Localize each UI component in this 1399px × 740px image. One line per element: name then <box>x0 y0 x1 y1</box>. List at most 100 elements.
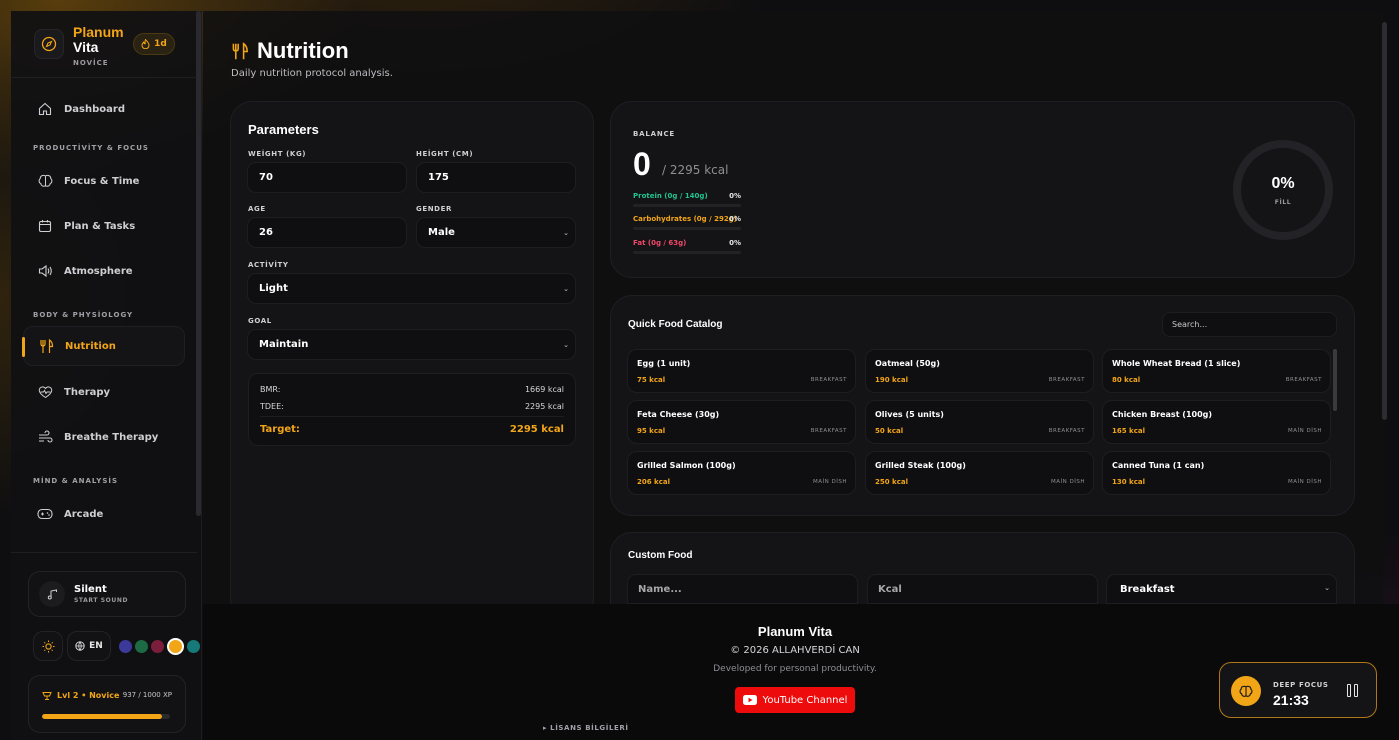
food-item[interactable]: Egg (1 unit) 75 kcal BREAKFAST <box>627 349 856 393</box>
chevron-down-icon: ⌄ <box>563 341 569 349</box>
food-category: MAİN DİSH <box>1288 479 1322 485</box>
theme-swatch[interactable] <box>151 639 164 653</box>
focus-label: DEEP FOCUS <box>1273 681 1329 689</box>
food-name: Olives (5 units) <box>875 410 944 419</box>
xp-progress-bar <box>42 714 170 719</box>
gender-label: GENDER <box>416 205 452 213</box>
sidebar-item-atmosphere[interactable]: Atmosphere <box>23 251 185 291</box>
license-link[interactable]: ▸ LİSANS BİLGİLERİ <box>543 724 629 732</box>
custom-food-title: Custom Food <box>628 550 693 561</box>
language-button[interactable]: EN <box>67 631 111 661</box>
food-item[interactable]: Chicken Breast (100g) 165 kcal MAİN DİSH <box>1102 400 1331 444</box>
footer-app-name: Planum Vita <box>757 624 833 639</box>
pause-icon[interactable] <box>1347 684 1361 698</box>
food-item[interactable]: Feta Cheese (30g) 95 kcal BREAKFAST <box>627 400 856 444</box>
gender-select[interactable]: Male ⌄ <box>416 217 576 248</box>
xp-level-label: Lvl 2 • Novice <box>57 691 120 700</box>
activity-select[interactable]: Light ⌄ <box>247 273 576 304</box>
theme-swatch[interactable] <box>167 637 184 655</box>
tdee-label: TDEE: <box>260 402 284 411</box>
sound-toggle[interactable]: Silent START SOUND <box>28 571 186 617</box>
sidebar-item-plan[interactable]: Plan & Tasks <box>23 206 185 246</box>
sidebar-item-therapy[interactable]: Therapy <box>23 372 185 412</box>
height-input[interactable]: 175 <box>416 162 576 193</box>
food-item[interactable]: Grilled Steak (100g) 250 kcal MAİN DİSH <box>865 451 1094 495</box>
food-category: MAİN DİSH <box>1051 479 1085 485</box>
page-title: Nutrition <box>257 38 349 63</box>
age-input[interactable]: 26 <box>247 217 407 248</box>
goal-value: Maintain <box>259 339 309 350</box>
section-body: BODY & PHYSİOLOGY <box>33 311 134 319</box>
tdee-row: TDEE: 2295 kcal <box>260 402 564 411</box>
theme-swatch[interactable] <box>119 639 132 653</box>
custom-food-kcal-input[interactable]: Kcal <box>867 574 1098 604</box>
macro-progress-bar <box>633 204 741 207</box>
streak-badge[interactable]: 1d <box>133 33 175 55</box>
chevron-down-icon: ⌄ <box>563 229 569 237</box>
catalog-title: Quick Food Catalog <box>628 319 723 330</box>
food-item[interactable]: Oatmeal (50g) 190 kcal BREAKFAST <box>865 349 1094 393</box>
theme-swatch[interactable] <box>135 639 148 653</box>
food-category: BREAKFAST <box>1285 377 1322 383</box>
bmr-value: 1669 kcal <box>524 385 564 394</box>
sound-title: Silent <box>74 584 107 595</box>
youtube-channel-button[interactable]: YouTube Channel <box>735 687 855 713</box>
gamepad-icon <box>37 506 53 522</box>
sidebar-item-label: Plan & Tasks <box>64 220 136 232</box>
food-kcal: 250 kcal <box>875 478 908 486</box>
sidebar-item-breathe[interactable]: Breathe Therapy <box>23 417 185 457</box>
theme-swatches <box>119 637 203 655</box>
bmr-label: BMR: <box>260 385 281 394</box>
custom-food-meal-select[interactable]: Breakfast ⌄ <box>1106 574 1337 604</box>
theme-mode-button[interactable] <box>33 631 63 661</box>
theme-swatch[interactable] <box>187 639 200 653</box>
sidebar-item-arcade[interactable]: Arcade <box>23 494 185 534</box>
xp-card: Lvl 2 • Novice 937 / 1000 XP <box>28 675 186 733</box>
custom-food-name-input[interactable]: Name... <box>627 574 858 604</box>
food-item[interactable]: Whole Wheat Bread (1 slice) 80 kcal BREAKF… <box>1102 349 1331 393</box>
sidebar-item-nutrition[interactable]: Nutrition <box>22 326 185 366</box>
target-value: 2295 kcal <box>509 424 564 435</box>
sidebar-item-label: Dashboard <box>64 103 125 115</box>
sound-subtitle: START SOUND <box>74 597 129 604</box>
sidebar-scrollbar[interactable] <box>196 11 201 516</box>
footer-copyright: © 2026 ALLAHVERDİ CAN <box>730 645 860 656</box>
food-name: Canned Tuna (1 can) <box>1112 461 1205 470</box>
section-mind: MİND & ANALYSİS <box>33 477 119 485</box>
weight-input[interactable]: 70 <box>247 162 407 193</box>
macro-percent: 0% <box>729 239 741 247</box>
quick-tools: EN <box>33 631 203 661</box>
food-category: BREAKFAST <box>1048 428 1085 434</box>
brand-name-line1: Planum <box>73 24 124 40</box>
food-kcal: 75 kcal <box>637 376 666 384</box>
sidebar-item-label: Therapy <box>64 386 111 398</box>
sidebar-item-label: Atmosphere <box>64 265 133 277</box>
sidebar-item-dashboard[interactable]: Dashboard <box>23 89 185 129</box>
goal-select[interactable]: Maintain ⌄ <box>247 329 576 360</box>
youtube-label: YouTube Channel <box>762 694 848 706</box>
sidebar-item-label: Nutrition <box>65 340 116 352</box>
parameters-title: Parameters <box>248 122 319 137</box>
xp-progress-fill <box>42 714 162 719</box>
xp-value: 937 / 1000 XP <box>122 691 172 699</box>
sidebar-item-focus[interactable]: Focus & Time <box>23 161 185 201</box>
food-category: MAİN DİSH <box>1288 428 1322 434</box>
target-row: Target: 2295 kcal <box>260 424 564 435</box>
catalog-scrollbar[interactable] <box>1333 349 1337 411</box>
user-rank: NOVİCE <box>73 59 109 67</box>
food-kcal: 80 kcal <box>1112 376 1141 384</box>
deep-focus-widget[interactable]: DEEP FOCUS 21:33 <box>1219 662 1377 718</box>
food-item[interactable]: Canned Tuna (1 can) 130 kcal MAİN DİSH <box>1102 451 1331 495</box>
food-item[interactable]: Olives (5 units) 50 kcal BREAKFAST <box>865 400 1094 444</box>
home-icon <box>37 101 53 117</box>
main-scrollbar[interactable] <box>1382 22 1387 420</box>
food-item[interactable]: Grilled Salmon (100g) 206 kcal MAİN DİSH <box>627 451 856 495</box>
sidebar-item-label: Focus & Time <box>64 175 140 187</box>
brand[interactable]: Planum Vita NOVİCE <box>34 25 124 67</box>
brain-icon <box>37 173 53 189</box>
fill-percent: 0% <box>1271 174 1295 192</box>
food-search-input[interactable]: Search... <box>1162 312 1337 337</box>
macro-label: Protein (0g / 140g) <box>633 192 708 200</box>
food-name: Chicken Breast (100g) <box>1112 410 1213 419</box>
language-label: EN <box>89 641 103 651</box>
